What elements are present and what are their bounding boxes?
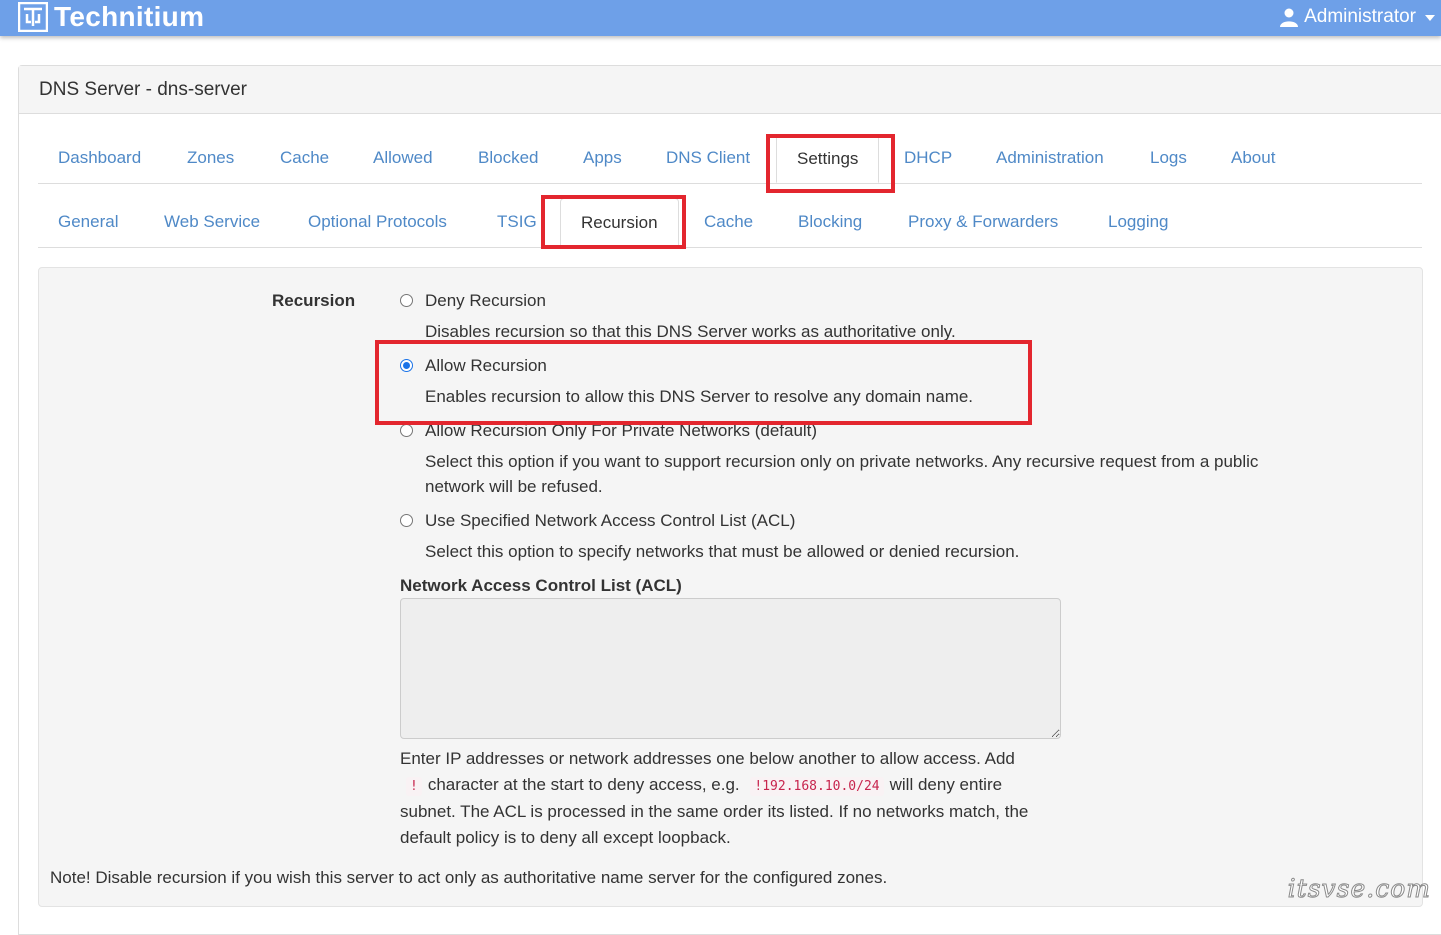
acl-title: Network Access Control List (ACL) [400, 576, 682, 595]
tab-dns-client[interactable]: DNS Client [646, 134, 770, 182]
acl-code-example: !192.168.10.0/24 [750, 776, 884, 796]
use-acl-label[interactable]: Use Specified Network Access Control Lis… [425, 511, 795, 531]
technitium-logo-icon [18, 2, 48, 32]
allow-private-recursion-radio[interactable] [400, 424, 413, 437]
recursion-note: Note! Disable recursion if you wish this… [50, 868, 888, 887]
deny-recursion-radio[interactable] [400, 294, 413, 307]
caret-down-icon [1425, 15, 1435, 21]
tab-cache-settings[interactable]: Cache [684, 198, 773, 246]
tab-web-service[interactable]: Web Service [144, 198, 280, 246]
tab-about[interactable]: About [1211, 134, 1295, 182]
tab-apps[interactable]: Apps [563, 134, 642, 182]
tab-allowed[interactable]: Allowed [353, 134, 453, 182]
tab-logging[interactable]: Logging [1088, 198, 1189, 246]
use-acl-help: Select this option to specify networks t… [425, 542, 1020, 561]
top-navbar: Technitium Administrator [0, 0, 1441, 36]
tab-administration[interactable]: Administration [976, 134, 1124, 182]
tab-general[interactable]: General [38, 198, 138, 246]
tab-dashboard[interactable]: Dashboard [38, 134, 161, 182]
panel-title: DNS Server - dns-server [39, 79, 247, 100]
main-tabs: Dashboard Zones Cache Allowed Blocked Ap… [38, 134, 1422, 184]
acl-help: Enter IP addresses or network addresses … [400, 746, 1060, 850]
user-menu[interactable]: Administrator [1279, 6, 1435, 28]
tab-blocked[interactable]: Blocked [458, 134, 558, 182]
tab-blocking[interactable]: Blocking [778, 198, 882, 246]
recursion-label: Recursion [272, 291, 356, 310]
tab-zones[interactable]: Zones [167, 134, 254, 182]
allow-recursion-radio[interactable] [400, 359, 413, 372]
allow-recursion-label[interactable]: Allow Recursion [425, 356, 547, 376]
acl-textarea[interactable] [400, 598, 1061, 739]
deny-recursion-help: Disables recursion so that this DNS Serv… [425, 322, 956, 341]
tab-settings[interactable]: Settings [776, 134, 880, 183]
brand-name: Technitium [54, 1, 205, 32]
acl-help-text-1: Enter IP addresses or network addresses … [400, 749, 1015, 768]
user-icon [1280, 8, 1299, 27]
settings-tabs: General Web Service Optional Protocols T… [38, 198, 1422, 248]
tab-cache[interactable]: Cache [260, 134, 349, 182]
allow-private-recursion-help: Select this option if you want to suppor… [425, 452, 1259, 496]
allow-private-recursion-label[interactable]: Allow Recursion Only For Private Network… [425, 421, 817, 441]
allow-recursion-help: Enables recursion to allow this DNS Serv… [425, 387, 974, 406]
tab-logs[interactable]: Logs [1130, 134, 1207, 182]
acl-help-text-2: character at the start to deny access, e… [427, 774, 740, 794]
acl-code-deny-char: ! [406, 776, 422, 796]
brand[interactable]: Technitium [18, 1, 204, 33]
user-name: Administrator [1304, 6, 1416, 27]
tab-recursion[interactable]: Recursion [560, 198, 679, 247]
tab-dhcp[interactable]: DHCP [884, 134, 972, 182]
use-acl-radio[interactable] [400, 514, 413, 527]
tab-proxy-forwarders[interactable]: Proxy & Forwarders [888, 198, 1078, 246]
deny-recursion-label[interactable]: Deny Recursion [425, 291, 546, 311]
watermark: itsvse.com [1287, 874, 1431, 904]
tab-optional-protocols[interactable]: Optional Protocols [288, 198, 467, 246]
tab-tsig[interactable]: TSIG [477, 198, 557, 246]
panel-heading: DNS Server - dns-server [19, 66, 1441, 114]
